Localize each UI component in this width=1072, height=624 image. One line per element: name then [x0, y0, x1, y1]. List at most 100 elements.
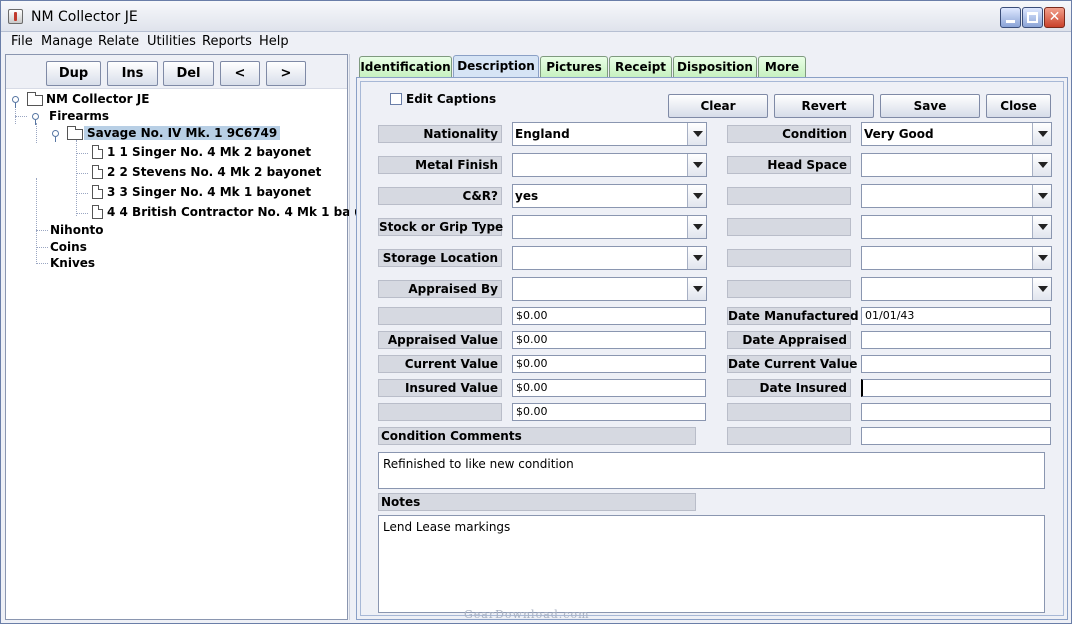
tab-identification[interactable]: Identification: [359, 56, 452, 77]
tree-connector: [76, 140, 77, 216]
tree-node-nihonto[interactable]: Nihonto: [50, 221, 103, 239]
condition-select[interactable]: Very Good: [861, 122, 1052, 146]
title-bar: NM Collector JE ✕: [1, 1, 1071, 32]
condition-comments-textarea[interactable]: Refinished to like new condition: [378, 452, 1045, 489]
edit-captions-checkbox[interactable]: [390, 93, 402, 105]
del-button[interactable]: Del: [163, 61, 214, 86]
expand-handle-icon[interactable]: [32, 113, 39, 125]
edit-captions-label: Edit Captions: [406, 92, 497, 106]
tree-node-knives[interactable]: Knives: [50, 254, 95, 272]
current-value-field[interactable]: $0.00: [512, 355, 706, 373]
date-appraised-field[interactable]: [861, 331, 1051, 349]
menu-relate[interactable]: Relate: [96, 34, 141, 49]
date-manufactured-field[interactable]: 01/01/43: [861, 307, 1051, 325]
close-button[interactable]: Close: [986, 94, 1051, 118]
document-icon: [92, 165, 103, 179]
tree-connector: [36, 230, 48, 231]
collection-tree[interactable]: NM Collector JE Firearms Savage No. IV M…: [6, 90, 388, 619]
window-title: NM Collector JE: [31, 9, 138, 25]
nationality-value: England: [515, 127, 570, 141]
watermark: GearDownload.com: [464, 608, 590, 621]
tree-connector: [15, 116, 27, 117]
folder-icon: [67, 126, 83, 140]
storage-select[interactable]: [512, 246, 707, 270]
blank-field[interactable]: [861, 427, 1051, 445]
menu-help[interactable]: Help: [257, 34, 291, 49]
chevron-down-icon[interactable]: [687, 154, 706, 176]
tab-description[interactable]: Description: [453, 55, 539, 78]
tab-disposition[interactable]: Disposition: [673, 56, 757, 77]
blank-select[interactable]: [861, 215, 1052, 239]
chevron-down-icon[interactable]: [1032, 123, 1051, 145]
minimize-button[interactable]: [1000, 7, 1021, 28]
tab-more[interactable]: More: [758, 56, 806, 77]
head-space-select[interactable]: [861, 153, 1052, 177]
blank-field[interactable]: [861, 403, 1051, 421]
chevron-down-icon[interactable]: [1032, 247, 1051, 269]
tree-connector: [36, 247, 48, 248]
condition-caption: Condition: [727, 125, 851, 143]
next-button[interactable]: >: [266, 61, 306, 86]
maximize-button[interactable]: [1022, 7, 1043, 28]
nationality-select[interactable]: England: [512, 122, 707, 146]
blank-select[interactable]: [861, 277, 1052, 301]
stock-grip-caption: Stock or Grip Type: [378, 218, 504, 236]
chevron-down-icon[interactable]: [687, 247, 706, 269]
tab-pictures[interactable]: Pictures: [540, 56, 608, 77]
panel-splitter[interactable]: [349, 54, 355, 620]
tree-connector: [36, 263, 48, 264]
chevron-down-icon[interactable]: [1032, 216, 1051, 238]
stock-grip-select[interactable]: [512, 215, 707, 239]
tab-receipt[interactable]: Receipt: [609, 56, 672, 77]
chevron-down-icon[interactable]: [1032, 278, 1051, 300]
menu-reports[interactable]: Reports: [200, 34, 254, 49]
close-icon: ✕: [1048, 9, 1061, 25]
cr-caption: C&R?: [378, 187, 502, 205]
tree-node-child[interactable]: 2 2 Stevens No. 4 Mk 2 bayonet: [107, 163, 321, 181]
expand-handle-icon[interactable]: [12, 96, 19, 108]
unlabeled-money-field[interactable]: $0.00: [512, 307, 706, 325]
metal-finish-select[interactable]: [512, 153, 707, 177]
chevron-down-icon[interactable]: [687, 216, 706, 238]
tree-node-child[interactable]: 1 1 Singer No. 4 Mk 2 bayonet: [107, 143, 311, 161]
date-current-value-field[interactable]: [861, 355, 1051, 373]
chevron-down-icon[interactable]: [687, 278, 706, 300]
prev-button[interactable]: <: [220, 61, 260, 86]
chevron-down-icon[interactable]: [1032, 154, 1051, 176]
chevron-down-icon[interactable]: [1032, 185, 1051, 207]
tree-connector: [76, 213, 88, 214]
menu-file[interactable]: File: [9, 34, 35, 49]
cr-select[interactable]: yes: [512, 184, 707, 208]
tree-node-firearms[interactable]: Firearms: [49, 107, 109, 125]
tree-node-child[interactable]: 4 4 British Contractor No. 4 Mk 1 bayone…: [107, 203, 388, 221]
appraised-by-select[interactable]: [512, 277, 707, 301]
document-icon: [92, 185, 103, 199]
dup-button[interactable]: Dup: [46, 61, 101, 86]
tree-node-root[interactable]: NM Collector JE: [46, 90, 149, 108]
menu-manage[interactable]: Manage: [39, 34, 95, 49]
tree-node-child[interactable]: 3 3 Singer No. 4 Mk 1 bayonet: [107, 183, 311, 201]
notes-textarea[interactable]: Lend Lease markings: [378, 515, 1045, 613]
appraised-value-field[interactable]: $0.00: [512, 331, 706, 349]
expand-handle-icon[interactable]: [52, 130, 59, 142]
save-button[interactable]: Save: [880, 94, 980, 118]
date-insured-field[interactable]: [861, 379, 1051, 397]
chevron-down-icon[interactable]: [687, 123, 706, 145]
blank-select[interactable]: [861, 246, 1052, 270]
appraised-value-caption: Appraised Value: [378, 331, 502, 349]
tree-connector: [76, 153, 88, 154]
chevron-down-icon[interactable]: [687, 185, 706, 207]
tree-node-selected[interactable]: Savage No. IV Mk. 1 9C6749: [84, 124, 281, 142]
date-insured-caption: Date Insured: [727, 379, 851, 397]
extra-money-field[interactable]: $0.00: [512, 403, 706, 421]
java-app-icon: [8, 9, 23, 24]
revert-button[interactable]: Revert: [774, 94, 874, 118]
insured-value-field[interactable]: $0.00: [512, 379, 706, 397]
clear-button[interactable]: Clear: [668, 94, 768, 118]
blank-select[interactable]: [861, 184, 1052, 208]
menu-utilities[interactable]: Utilities: [145, 34, 198, 49]
tree-connector: [76, 173, 88, 174]
close-window-button[interactable]: ✕: [1044, 7, 1065, 28]
ins-button[interactable]: Ins: [107, 61, 158, 86]
condition-value: Very Good: [864, 127, 934, 141]
